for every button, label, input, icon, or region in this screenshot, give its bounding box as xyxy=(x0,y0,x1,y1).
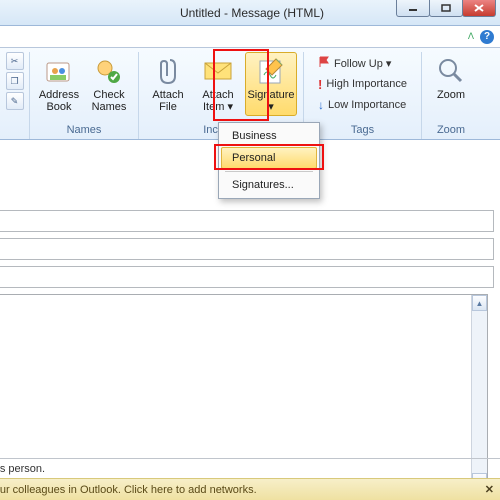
close-icon[interactable]: ✕ xyxy=(485,483,494,496)
ribbon-collapse-icon[interactable]: ᐱ xyxy=(468,31,474,42)
title-bar: Untitled - Message (HTML) xyxy=(0,0,500,26)
attach-file-button[interactable]: Attach File xyxy=(145,52,191,116)
close-button[interactable] xyxy=(462,0,496,17)
signature-menu-business[interactable]: Business xyxy=(221,125,317,147)
follow-up-button[interactable]: Follow Up ▾ xyxy=(316,54,393,72)
social-connector-bar[interactable]: of your colleagues in Outlook. Click her… xyxy=(0,478,500,500)
address-book-icon xyxy=(43,55,75,87)
group-label-names: Names xyxy=(36,122,132,139)
check-names-button[interactable]: Check Names xyxy=(86,52,132,116)
subject-field[interactable] xyxy=(0,266,494,288)
group-zoom: Zoom Zoom xyxy=(422,52,480,139)
people-pane-header: m this person. xyxy=(0,458,500,478)
to-field[interactable] xyxy=(0,210,494,232)
check-names-icon xyxy=(93,55,125,87)
group-label-tags: Tags xyxy=(310,122,415,139)
scroll-up-button[interactable]: ▲ xyxy=(472,295,487,311)
low-importance-button[interactable]: ↓ Low Importance xyxy=(316,96,408,114)
compose-area: ▲ ▼ xyxy=(0,198,500,490)
group-names: Address Book Check Names Names xyxy=(30,52,139,139)
signature-button[interactable]: Signature ▾ xyxy=(245,52,297,116)
maximize-button[interactable] xyxy=(429,0,463,17)
window-controls xyxy=(397,0,496,17)
signature-menu-personal[interactable]: Personal xyxy=(221,147,317,169)
group-label-zoom: Zoom xyxy=(428,122,474,139)
zoom-button[interactable]: Zoom xyxy=(428,52,474,104)
high-importance-button[interactable]: ! High Importance xyxy=(316,75,409,93)
signature-menu-signatures[interactable]: Signatures... xyxy=(221,174,317,196)
arrow-down-icon: ↓ xyxy=(318,98,324,112)
group-tags: Follow Up ▾ ! High Importance ↓ Low Impo… xyxy=(304,52,422,139)
exclamation-icon: ! xyxy=(318,77,322,92)
flag-icon xyxy=(318,56,330,71)
clipboard-small-2[interactable]: ❐ xyxy=(6,72,24,90)
address-book-button[interactable]: Address Book xyxy=(36,52,82,116)
group-label-clipboard xyxy=(6,122,23,139)
quick-access-strip: ᐱ ? xyxy=(0,26,500,48)
magnifier-icon xyxy=(435,55,467,87)
cc-field[interactable] xyxy=(0,238,494,260)
paperclip-icon xyxy=(152,55,184,87)
menu-separator xyxy=(225,171,313,172)
signature-icon xyxy=(255,55,287,87)
envelope-icon xyxy=(202,55,234,87)
clipboard-small-1[interactable]: ✂ xyxy=(6,52,24,70)
signature-menu: Business Personal Signatures... xyxy=(218,122,320,199)
help-icon[interactable]: ? xyxy=(480,30,494,44)
clipboard-small-3[interactable]: ✎ xyxy=(6,92,24,110)
attach-item-button[interactable]: Attach Item ▾ xyxy=(195,52,241,116)
minimize-button[interactable] xyxy=(396,0,430,17)
